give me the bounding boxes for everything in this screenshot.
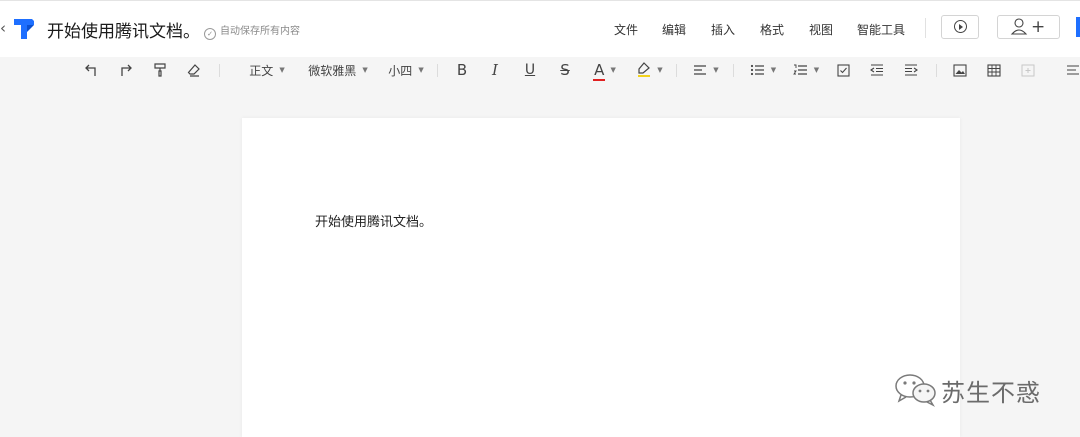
toolbar-divider (437, 64, 438, 77)
paragraph-style-value: 正文 (249, 63, 274, 78)
italic-button[interactable]: I (485, 56, 505, 84)
bold-button[interactable]: B (452, 56, 472, 84)
undo-icon (85, 64, 96, 76)
chevron-down-icon: ▼ (770, 66, 777, 74)
format-painter-button[interactable] (150, 56, 170, 84)
menu-smart-tools[interactable]: 智能工具 (857, 21, 905, 38)
chevron-down-icon: ▼ (713, 66, 719, 74)
embed-icon (1021, 64, 1035, 76)
chevron-down-icon: ▼ (418, 66, 424, 74)
chevron-down-icon: ▼ (657, 66, 663, 74)
share-button[interactable]: + (997, 15, 1060, 39)
align-button[interactable]: ▼ (691, 56, 721, 84)
highlight-button[interactable]: ▼ (633, 56, 667, 84)
insert-table-button[interactable] (984, 56, 1004, 84)
chevron-down-icon: ▼ (813, 66, 820, 74)
chevron-down-icon: ▼ (279, 66, 285, 74)
numbered-list-icon (792, 64, 807, 75)
menu-format[interactable]: 格式 (760, 21, 784, 38)
format-toolbar: 正文 ▼ 微软雅黑 ▼ 小四 ▼ B I U S A ▼ ▼ ▼ ▼ ▼ (0, 56, 1080, 86)
more-tools-button[interactable] (1066, 56, 1080, 84)
italic-icon: I (492, 61, 498, 79)
more-icon (1067, 65, 1079, 75)
align-left-icon (694, 65, 707, 75)
font-size-value: 小四 (388, 63, 413, 78)
toolbar-divider (733, 64, 734, 77)
top-bar: ‹ 开始使用腾讯文档。 ✓ 自动保存所有内容 文件 编辑 插入 格式 视图 智能工… (0, 0, 1080, 57)
menu-edit[interactable]: 编辑 (662, 21, 686, 38)
watermark-text: 苏生不惑 (941, 379, 1041, 407)
font-color-icon: A (593, 61, 606, 81)
bullet-list-button[interactable]: ▼ (748, 56, 778, 84)
bullet-list-icon (750, 64, 764, 76)
toolbar-divider (219, 64, 220, 77)
redo-icon (121, 64, 132, 76)
decrease-indent-button[interactable] (867, 56, 887, 84)
highlighter-icon (638, 62, 651, 77)
checklist-button[interactable] (833, 56, 853, 84)
strikethrough-button[interactable]: S (555, 56, 575, 84)
main-menu: 文件 编辑 插入 格式 视图 智能工具 (0, 21, 1080, 37)
underline-button[interactable]: U (520, 56, 540, 84)
clear-format-button[interactable] (184, 56, 204, 84)
chevron-down-icon: ▼ (610, 66, 616, 74)
format-painter-icon (154, 63, 166, 77)
document-body-text[interactable]: 开始使用腾讯文档。 (315, 211, 432, 230)
font-size-select[interactable]: 小四 ▼ (385, 56, 427, 84)
menu-file[interactable]: 文件 (614, 21, 638, 38)
eraser-icon (187, 64, 200, 77)
image-icon (953, 63, 967, 77)
wechat-icon (895, 374, 936, 407)
collapsed-panel-tab[interactable] (1076, 17, 1080, 37)
font-color-button[interactable]: A ▼ (588, 56, 622, 84)
insert-image-button[interactable] (950, 56, 970, 84)
font-family-select[interactable]: 微软雅黑 ▼ (304, 56, 372, 84)
menu-view[interactable]: 视图 (809, 21, 833, 38)
present-button[interactable] (941, 15, 979, 39)
bold-icon: B (456, 61, 468, 79)
numbered-list-button[interactable]: ▼ (791, 56, 821, 84)
share-plus-glyph: + (1031, 17, 1046, 37)
increase-indent-button[interactable] (901, 56, 921, 84)
font-family-value: 微软雅黑 (308, 63, 357, 78)
underline-icon: U (524, 62, 536, 78)
strikethrough-icon: S (560, 61, 570, 79)
toolbar-divider (676, 64, 677, 77)
insert-link-button[interactable] (1018, 56, 1038, 84)
menu-insert[interactable]: 插入 (711, 21, 735, 38)
toolbar-divider (936, 64, 937, 77)
play-triangle-icon (959, 24, 963, 30)
outdent-icon (870, 64, 883, 76)
document-page[interactable]: 开始使用腾讯文档。 (242, 118, 960, 437)
redo-button[interactable] (115, 56, 135, 84)
checkbox-icon (836, 63, 850, 77)
divider (925, 18, 926, 38)
undo-button[interactable] (82, 56, 102, 84)
table-icon (987, 63, 1001, 77)
indent-icon (905, 64, 918, 76)
paragraph-style-select[interactable]: 正文 ▼ (242, 56, 292, 84)
chevron-down-icon: ▼ (362, 66, 368, 74)
